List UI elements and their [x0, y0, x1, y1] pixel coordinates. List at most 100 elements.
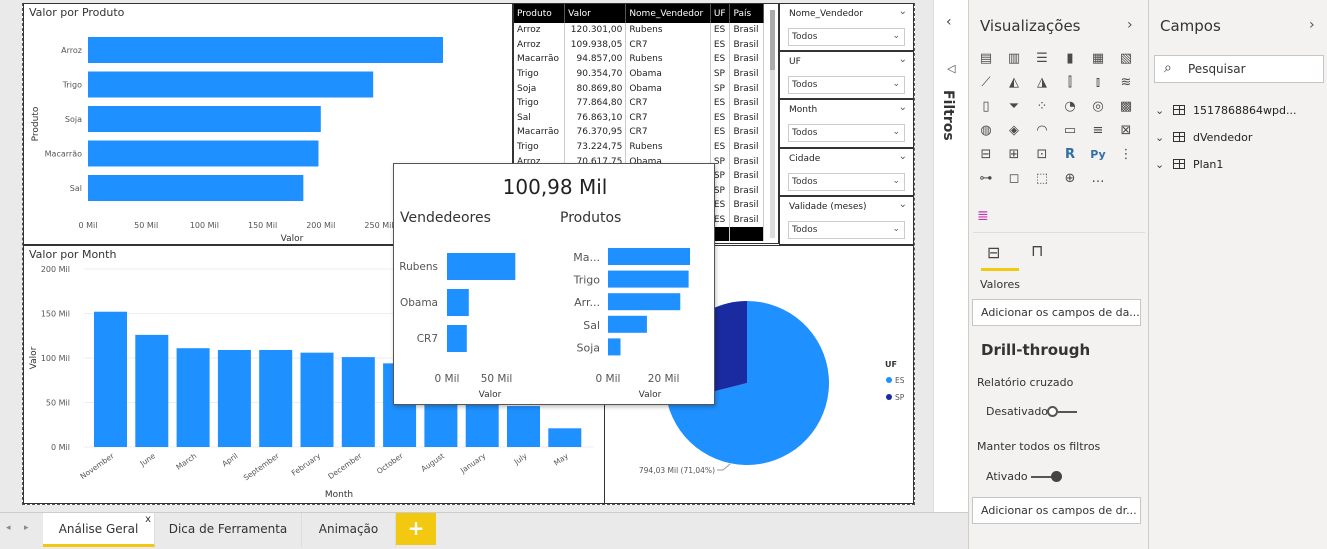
- slicer-1[interactable]: UF ⌄ Todos ⌄: [779, 51, 914, 99]
- bar-november: [94, 311, 127, 447]
- values-drop-field[interactable]: Adicionar os campos de da...: [972, 299, 1141, 326]
- 100-bar-icon[interactable]: ▦: [1089, 50, 1107, 68]
- scatter-icon[interactable]: ⁘: [1033, 98, 1051, 116]
- slicer-4[interactable]: Validade (meses) ⌄ Todos ⌄: [779, 196, 914, 245]
- funnel-icon[interactable]: ⏷: [1005, 98, 1023, 116]
- field-table-item[interactable]: ⌄ 1517868864wpd...: [1155, 104, 1296, 117]
- drill-through-drop-field[interactable]: Adicionar os campos de dr...: [972, 497, 1141, 524]
- chevron-down-icon[interactable]: ⌄: [1155, 131, 1169, 144]
- donut-chart-icon[interactable]: ◎: [1089, 98, 1107, 116]
- fields-search-input[interactable]: ⌕ Pesquisar: [1154, 55, 1324, 83]
- expand-chevron-icon[interactable]: ‹: [946, 14, 952, 30]
- chevron-down-icon[interactable]: ⌄: [899, 199, 907, 210]
- add-page-button[interactable]: +: [396, 513, 436, 545]
- filters-pane-collapsed[interactable]: ‹ ◁ Filtros: [933, 0, 968, 549]
- cross-report-toggle[interactable]: [1047, 405, 1079, 418]
- slicer-dropdown[interactable]: Todos ⌄: [788, 173, 905, 191]
- table-row[interactable]: Macarrão 94.857,00 Rubens ES Brasil: [514, 52, 764, 67]
- chevron-down-icon[interactable]: ⌄: [899, 54, 907, 65]
- fields-well-icon[interactable]: ⊟: [987, 243, 1000, 262]
- kpi-icon[interactable]: ⊠: [1117, 122, 1135, 140]
- collapse-chevron-icon[interactable]: ›: [1309, 17, 1315, 33]
- filled-map-icon[interactable]: ◈: [1005, 122, 1023, 140]
- table-row[interactable]: Arroz 120.301,00 Rubens ES Brasil: [514, 23, 764, 38]
- table-cell: Brasil: [729, 198, 764, 213]
- table-row[interactable]: Trigo 90.354,70 Obama SP Brasil: [514, 66, 764, 82]
- map-icon[interactable]: ◍: [977, 122, 995, 140]
- scrollbar-thumb[interactable]: [770, 10, 775, 70]
- format-paint-roller-icon[interactable]: ⊓: [1031, 241, 1043, 260]
- keep-filters-toggle[interactable]: [1031, 470, 1063, 483]
- table-header-1[interactable]: Valor: [564, 4, 627, 23]
- more-visuals-icon[interactable]: …: [1089, 170, 1107, 188]
- table-header-3[interactable]: UF: [710, 4, 731, 23]
- stacked-area-icon[interactable]: ◮: [1033, 74, 1051, 92]
- ribbon-chart-icon[interactable]: ≋: [1117, 74, 1135, 92]
- table-cell: Rubens: [625, 23, 711, 38]
- slicer-dropdown[interactable]: Todos ⌄: [788, 124, 905, 142]
- slicer-2[interactable]: Month ⌄ Todos ⌄: [779, 99, 914, 148]
- table-scrollbar[interactable]: [770, 10, 775, 238]
- r-script-icon[interactable]: R: [1061, 146, 1079, 164]
- legend-marker: [886, 394, 892, 400]
- matrix-icon[interactable]: ⊡: [1033, 146, 1051, 164]
- line-chart-icon[interactable]: ⟋: [977, 74, 995, 92]
- field-table-item[interactable]: ⌄ dVendedor: [1155, 131, 1252, 144]
- key-influencers-icon[interactable]: ⋮: [1117, 146, 1135, 164]
- slicer-dropdown[interactable]: Todos ⌄: [788, 221, 905, 239]
- smart-narrative-icon[interactable]: ≣: [977, 208, 989, 224]
- table-icon[interactable]: ⊞: [1005, 146, 1023, 164]
- chevron-down-icon[interactable]: ⌄: [899, 6, 907, 17]
- slicer-dropdown[interactable]: Todos ⌄: [788, 76, 905, 94]
- slicer-icon[interactable]: ⊟: [977, 146, 995, 164]
- line-stacked-column-icon[interactable]: ⫾: [1089, 74, 1107, 92]
- pie-chart-icon[interactable]: ◔: [1061, 98, 1079, 116]
- line-column-icon[interactable]: ⫿: [1061, 74, 1079, 92]
- close-icon[interactable]: x: [145, 504, 151, 536]
- table-header-4[interactable]: País: [729, 4, 764, 23]
- collapse-chevron-icon[interactable]: ›: [1127, 17, 1133, 33]
- python-icon[interactable]: Py: [1089, 146, 1107, 164]
- page-tab-2[interactable]: Animação: [302, 513, 396, 547]
- slicer-3[interactable]: Cidade ⌄ Todos ⌄: [779, 148, 914, 196]
- table-cell: Brasil: [729, 125, 764, 140]
- chevron-down-icon[interactable]: ⌄: [899, 102, 907, 113]
- slicer-0[interactable]: Nome_Vendedor ⌄ Todos ⌄: [779, 3, 914, 51]
- chevron-down-icon[interactable]: ⌄: [1155, 158, 1169, 171]
- stacked-bar-icon[interactable]: ▤: [977, 50, 995, 68]
- stacked-column-icon[interactable]: ▥: [1005, 50, 1023, 68]
- qa-icon[interactable]: ◻: [1005, 170, 1023, 188]
- category-label: December: [326, 451, 364, 481]
- field-table-item[interactable]: ⌄ Plan1: [1155, 158, 1223, 171]
- gauge-icon[interactable]: ◠: [1033, 122, 1051, 140]
- chevron-down-icon[interactable]: ⌄: [1155, 104, 1169, 117]
- card-icon[interactable]: ▭: [1061, 122, 1079, 140]
- page-tab-0[interactable]: Análise Geral x: [43, 513, 155, 547]
- table-cell: Brasil: [729, 66, 764, 82]
- table-header-0[interactable]: Produto: [514, 4, 566, 23]
- tab-scroll-left-icon[interactable]: ◂: [6, 523, 11, 533]
- table-row[interactable]: Macarrão 76.370,95 CR7 ES Brasil: [514, 125, 764, 140]
- table-row[interactable]: Trigo 77.864,80 CR7 ES Brasil: [514, 95, 764, 111]
- clustered-column-icon[interactable]: ▮: [1061, 50, 1079, 68]
- decomposition-tree-icon[interactable]: ⊶: [977, 170, 995, 188]
- table-row[interactable]: Sal 76.863,10 CR7 ES Brasil: [514, 110, 764, 126]
- treemap-icon[interactable]: ▩: [1117, 98, 1135, 116]
- slicer-dropdown[interactable]: Todos ⌄: [788, 28, 905, 46]
- area-chart-icon[interactable]: ◭: [1005, 74, 1023, 92]
- custom-visual-icon[interactable]: ⊕: [1061, 170, 1079, 188]
- tab-scroll-right-icon[interactable]: ▸: [24, 523, 29, 533]
- waterfall-icon[interactable]: ▯: [977, 98, 995, 116]
- multi-row-card-icon[interactable]: ≡: [1089, 122, 1107, 140]
- table-header-2[interactable]: Nome_Vendedor: [625, 4, 711, 23]
- table-row[interactable]: Trigo 73.224,75 Rubens ES Brasil: [514, 139, 764, 155]
- chevron-down-icon[interactable]: ⌄: [899, 151, 907, 162]
- table-row[interactable]: Arroz 109.938,05 CR7 ES Brasil: [514, 37, 764, 53]
- table-cell: ES: [710, 139, 731, 155]
- table-cell: ES: [710, 125, 731, 140]
- page-tab-1[interactable]: Dica de Ferramenta: [155, 513, 302, 547]
- 100-column-icon[interactable]: ▧: [1117, 50, 1135, 68]
- clustered-bar-icon[interactable]: ☰: [1033, 50, 1051, 68]
- arcgis-icon[interactable]: ⬚: [1033, 170, 1051, 188]
- table-row[interactable]: Soja 80.869,80 Obama SP Brasil: [514, 81, 764, 96]
